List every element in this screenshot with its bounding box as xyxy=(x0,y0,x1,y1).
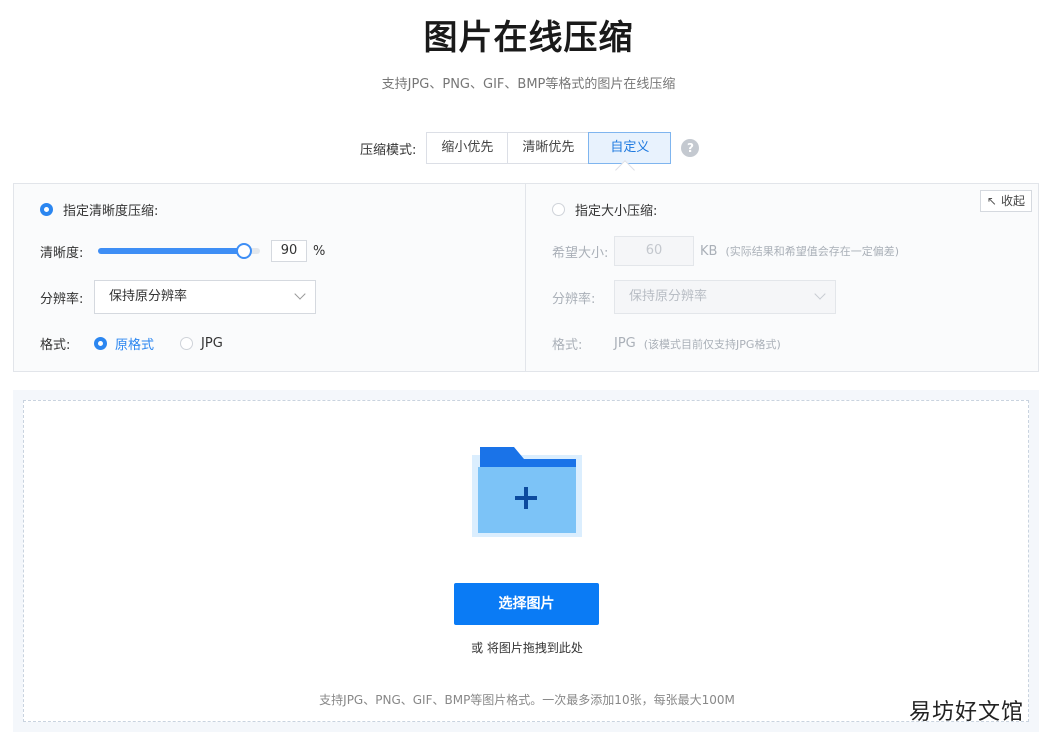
clarity-row: 清晰度: 90 % xyxy=(40,240,325,262)
size-mode-option[interactable]: 指定大小压缩: xyxy=(552,200,657,219)
target-size-unit: KB xyxy=(700,243,718,259)
chevron-down-icon xyxy=(814,288,826,300)
compression-mode-label: 压缩模式: xyxy=(360,142,417,158)
size-mode-radio[interactable] xyxy=(552,203,565,216)
size-format-value: JPG xyxy=(614,336,636,351)
size-resolution-row: 分辨率: 保持原分辨率 xyxy=(552,280,836,314)
arrow-up-left-icon: ↖ xyxy=(986,194,997,208)
target-size-input[interactable]: 60 xyxy=(614,236,694,266)
clarity-value-input[interactable]: 90 xyxy=(271,240,307,262)
clarity-slider[interactable] xyxy=(98,243,260,259)
collapse-button[interactable]: ↖ 收起 xyxy=(979,190,1032,212)
size-format-hint: (该模式目前仅支持JPG格式) xyxy=(643,337,781,351)
target-size-row: 希望大小: 60 KB (实际结果和希望值会存在一定偏差) xyxy=(552,236,899,266)
size-resolution-select[interactable]: 保持原分辨率 xyxy=(614,280,836,314)
folder-plus-icon[interactable] xyxy=(472,441,582,537)
size-mode-column: 指定大小压缩: 希望大小: 60 KB (实际结果和希望值会存在一定偏差) 分辨… xyxy=(526,184,1038,371)
size-format-row: 格式: JPG (该模式目前仅支持JPG格式) xyxy=(552,334,781,353)
size-resolution-label: 分辨率: xyxy=(552,291,596,307)
clarity-slider-handle[interactable] xyxy=(236,243,252,259)
size-mode-label: 指定大小压缩: xyxy=(575,204,658,219)
format-row: 格式: 原格式 JPG xyxy=(40,334,249,353)
clarity-slider-fill xyxy=(98,248,244,254)
format-original-radio[interactable] xyxy=(94,337,107,350)
clarity-mode-label: 指定清晰度压缩: xyxy=(63,204,159,219)
format-original-label: 原格式 xyxy=(115,338,155,353)
collapse-label: 收起 xyxy=(1000,194,1025,208)
format-label: 格式: xyxy=(40,338,71,353)
format-option-jpg[interactable]: JPG xyxy=(180,336,223,351)
resolution-label: 分辨率: xyxy=(40,291,84,307)
format-option-original[interactable]: 原格式 xyxy=(94,334,154,353)
drop-zone[interactable]: 选择图片 或 将图片拖拽到此处 支持JPG、PNG、GIF、BMP等图片格式。一… xyxy=(23,400,1029,722)
chevron-down-icon xyxy=(294,288,306,300)
page-subtitle: 支持JPG、PNG、GIF、BMP等格式的图片在线压缩 xyxy=(381,77,676,92)
target-size-label: 希望大小: xyxy=(552,245,609,261)
page-title: 图片在线压缩 xyxy=(423,18,634,58)
choose-image-button[interactable]: 选择图片 xyxy=(454,583,599,625)
format-jpg-label: JPG xyxy=(201,336,223,351)
clarity-mode-option[interactable]: 指定清晰度压缩: xyxy=(40,200,158,219)
supported-formats-text: 支持JPG、PNG、GIF、BMP等图片格式。一次最多添加10张，每张最大100… xyxy=(319,693,735,707)
size-resolution-select-value: 保持原分辨率 xyxy=(629,289,708,304)
clarity-mode-column: 指定清晰度压缩: 清晰度: 90 % 分辨率: 保持原分辨率 格式: 原格式 J… xyxy=(14,184,526,371)
question-circle-icon[interactable]: ? xyxy=(681,139,700,157)
clarity-label: 清晰度: xyxy=(40,245,84,261)
resolution-select-value: 保持原分辨率 xyxy=(109,289,188,304)
resolution-row: 分辨率: 保持原分辨率 xyxy=(40,280,316,314)
mode-option-clarity-first[interactable]: 清晰优先 xyxy=(508,133,590,163)
drag-drop-hint: 或 将图片拖拽到此处 xyxy=(471,641,583,655)
compression-mode-selector: 缩小优先 清晰优先 自定义 xyxy=(426,132,672,164)
resolution-select[interactable]: 保持原分辨率 xyxy=(94,280,316,314)
clarity-mode-radio[interactable] xyxy=(40,203,53,216)
mode-option-custom[interactable]: 自定义 xyxy=(588,132,672,164)
watermark-text: 易坊好文馆 xyxy=(909,700,1025,725)
custom-settings-panel: 指定清晰度压缩: 清晰度: 90 % 分辨率: 保持原分辨率 格式: 原格式 J… xyxy=(13,183,1039,372)
size-format-label: 格式: xyxy=(552,338,583,353)
format-jpg-radio[interactable] xyxy=(180,337,194,350)
upload-area: 选择图片 或 将图片拖拽到此处 支持JPG、PNG、GIF、BMP等图片格式。一… xyxy=(13,390,1039,732)
target-size-hint: (实际结果和希望值会存在一定偏差) xyxy=(725,245,900,258)
clarity-unit: % xyxy=(313,243,326,259)
mode-option-shrink-first[interactable]: 缩小优先 xyxy=(427,133,509,163)
compression-mode-row: 压缩模式: 缩小优先 清晰优先 自定义 ? xyxy=(360,132,700,164)
